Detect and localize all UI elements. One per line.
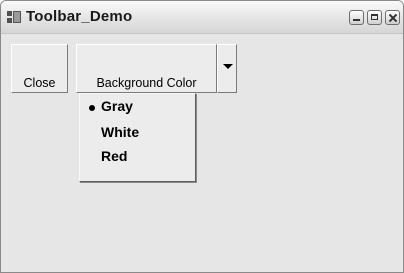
background-color-button[interactable]: Background Color (76, 44, 217, 93)
background-color-dropdown-button[interactable] (217, 44, 237, 93)
close-button[interactable]: Close (11, 44, 68, 93)
client-area: Close Background Color Gray White Red (1, 34, 403, 272)
title-bar[interactable]: Toolbar_Demo (1, 1, 403, 34)
dropdown-arrow-icon (223, 64, 233, 69)
window-title: Toolbar_Demo (26, 8, 133, 25)
menu-item-gray[interactable]: Gray (80, 95, 195, 119)
menu-item-label: White (101, 124, 140, 140)
menu-item-red[interactable]: Red (80, 145, 195, 169)
maximize-icon[interactable] (367, 10, 382, 25)
close-button-label: Close (23, 76, 56, 90)
menu-item-label: Red (101, 148, 128, 164)
background-color-button-label: Background Color (96, 76, 197, 90)
app-window: Toolbar_Demo Close Background Color Gray… (0, 0, 404, 273)
app-window-icon[interactable] (7, 11, 21, 23)
background-color-menu: Gray White Red (79, 93, 196, 182)
radio-dot-icon (89, 105, 95, 111)
minimize-icon[interactable] (349, 10, 364, 25)
menu-item-label: Gray (101, 98, 133, 114)
close-icon[interactable] (385, 10, 400, 25)
menu-item-white[interactable]: White (80, 121, 195, 145)
